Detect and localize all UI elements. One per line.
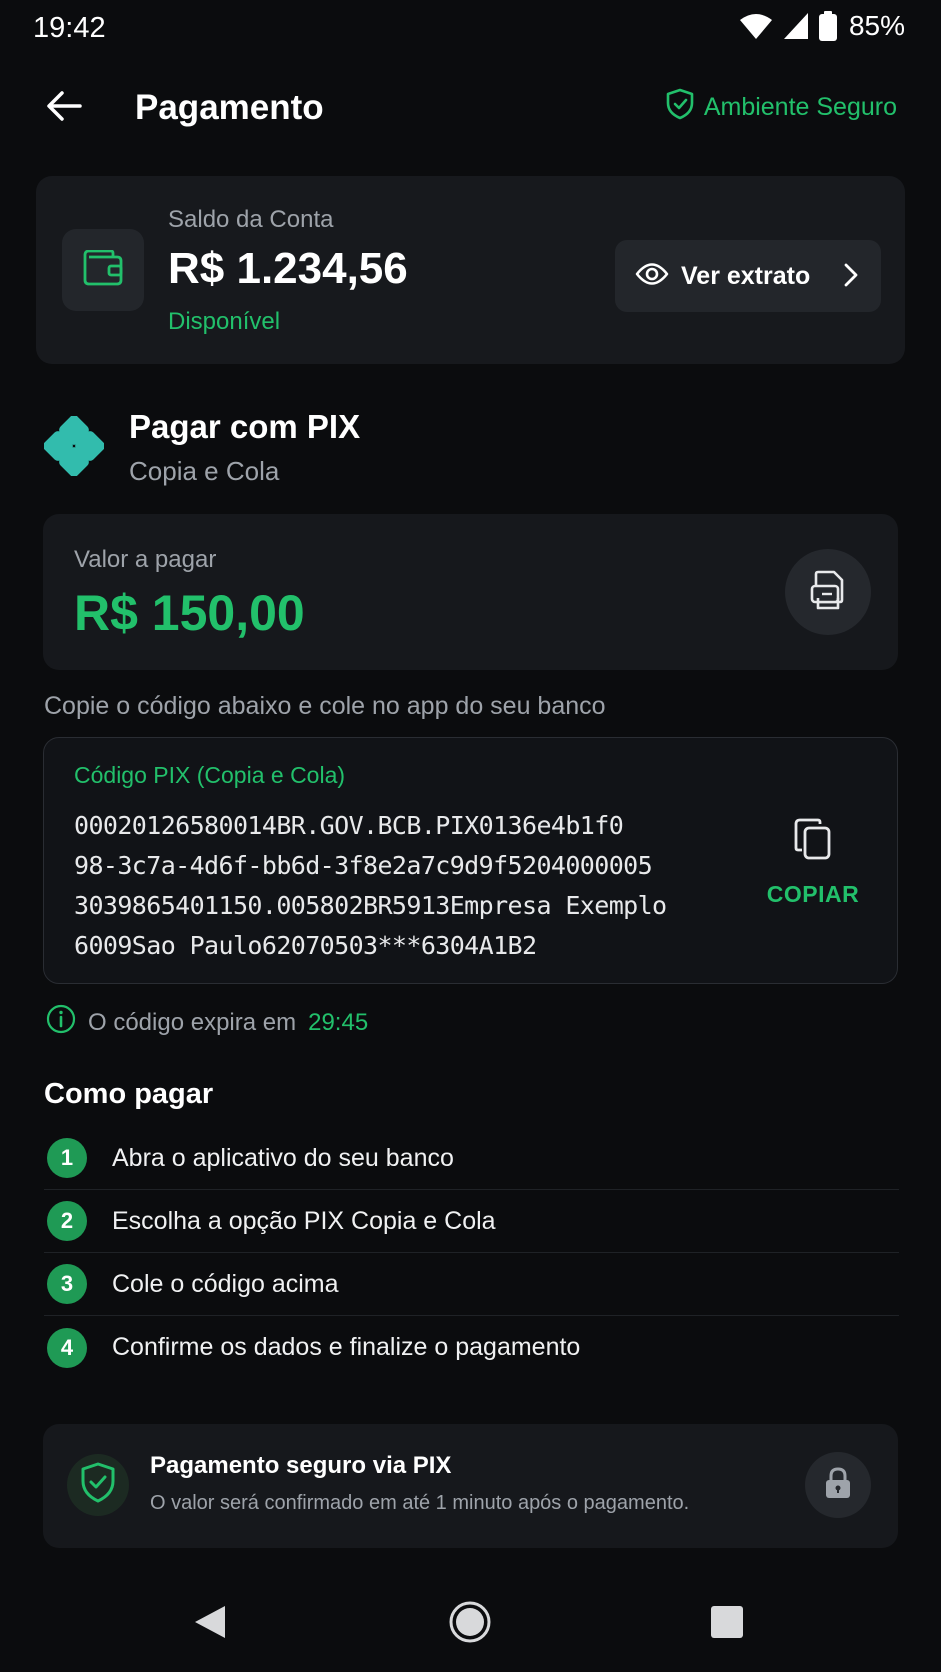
- chevron-right-icon: [843, 262, 859, 293]
- step-item: 1 Abra o aplicativo do seu banco: [44, 1127, 899, 1190]
- nav-recents-button[interactable]: [697, 1594, 757, 1654]
- shield-badge: [67, 1454, 129, 1516]
- secure-payment-text: O valor será confirmado em até 1 minuto …: [150, 1492, 690, 1514]
- view-statement-button[interactable]: Ver extrato: [615, 240, 881, 312]
- nav-home-icon: [448, 1600, 492, 1649]
- info-icon: [46, 1004, 76, 1041]
- secure-payment-card: Pagamento seguro via PIX O valor será co…: [43, 1424, 898, 1548]
- step-text: Abra o aplicativo do seu banco: [112, 1143, 454, 1172]
- step-number: 1: [47, 1138, 87, 1178]
- wallet-icon: [83, 249, 123, 291]
- secure-environment-label: Ambiente Seguro: [703, 93, 897, 121]
- shield-check-icon: [80, 1462, 116, 1509]
- nav-back-button[interactable]: [180, 1594, 240, 1654]
- pix-code-label: Código PIX (Copia e Cola): [74, 762, 346, 788]
- steps-title: Como pagar: [44, 1078, 214, 1110]
- code-expiry: O código expira em 29:45: [46, 1004, 368, 1041]
- pix-subtitle: Copia e Cola: [129, 456, 280, 486]
- pix-code-text[interactable]: 00020126580014BR.GOV.BCB.PIX0136e4b1f0 9…: [74, 806, 667, 966]
- pix-logo-icon: [43, 415, 105, 481]
- pix-code-line: 6009Sao Paulo62070503***6304A1B2: [74, 931, 537, 960]
- status-icons: 85%: [739, 10, 905, 42]
- secure-payment-title: Pagamento seguro via PIX: [150, 1452, 452, 1479]
- balance-card: Saldo da Conta R$ 1.234,56 Disponível Ve…: [36, 176, 905, 364]
- status-time: 19:42: [33, 12, 106, 44]
- pix-code-line: 00020126580014BR.GOV.BCB.PIX0136e4b1f0: [74, 811, 624, 840]
- step-text: Cole o código acima: [112, 1269, 339, 1298]
- step-text: Escolha a opção PIX Copia e Cola: [112, 1206, 496, 1235]
- page-title: Pagamento: [135, 88, 324, 127]
- app-bar: Pagamento Ambiente Seguro: [0, 80, 941, 136]
- view-statement-label: Ver extrato: [681, 261, 811, 290]
- steps-list: 1 Abra o aplicativo do seu banco 2 Escol…: [44, 1127, 899, 1379]
- back-button[interactable]: [40, 84, 88, 132]
- balance-label: Saldo da Conta: [168, 206, 334, 233]
- balance-value: R$ 1.234,56: [168, 244, 408, 293]
- wifi-icon: [739, 12, 773, 40]
- step-number: 2: [47, 1201, 87, 1241]
- shield-check-icon: [666, 88, 694, 127]
- step-item: 4 Confirme os dados e finalize o pagamen…: [44, 1316, 899, 1379]
- signal-icon: [783, 12, 809, 40]
- step-text: Confirme os dados e finalize o pagamento: [112, 1333, 581, 1361]
- back-arrow-icon: [46, 90, 82, 127]
- expiry-time: 29:45: [308, 1008, 369, 1036]
- pix-header: Pagar com PIX Copia e Cola: [42, 404, 902, 494]
- amount-label: Valor a pagar: [74, 546, 217, 573]
- copy-button[interactable]: COPIAR: [758, 818, 868, 928]
- lock-badge: [805, 1452, 871, 1518]
- step-number: 4: [47, 1327, 87, 1368]
- amount-value: R$ 150,00: [74, 585, 305, 641]
- nav-back-icon: [193, 1604, 227, 1645]
- receipt-button[interactable]: [785, 549, 871, 635]
- copy-label: COPIAR: [766, 881, 860, 907]
- battery-percent: 85%: [848, 10, 905, 41]
- nav-recents-icon: [710, 1605, 744, 1644]
- receipt-icon: [810, 570, 846, 615]
- step-number: 3: [47, 1264, 87, 1304]
- status-bar: 19:42 85%: [0, 0, 941, 56]
- payment-screen: 19:42 85% Pagamento Ambiente Seguro Sald…: [0, 0, 941, 1672]
- pix-code-card: Código PIX (Copia e Cola) 00020126580014…: [43, 737, 898, 984]
- step-item: 2 Escolha a opção PIX Copia e Cola: [44, 1190, 899, 1253]
- nav-home-button[interactable]: [440, 1594, 500, 1654]
- step-item: 3 Cole o código acima: [44, 1253, 899, 1316]
- lock-icon: [824, 1466, 852, 1504]
- pix-title: Pagar com PIX: [129, 408, 361, 445]
- amount-card: Valor a pagar R$ 150,00: [43, 514, 898, 670]
- expiry-text: O código expira em: [88, 1008, 297, 1036]
- system-nav-bar: [0, 1580, 941, 1672]
- pix-code-line: 3039865401150.005802BR5913Empresa Exempl…: [74, 891, 667, 920]
- wallet-icon-box: [62, 229, 144, 311]
- pix-code-line: 98-3c7a-4d6f-bb6d-3f8e2a7c9d9f5204000005: [74, 851, 653, 880]
- battery-icon: [818, 11, 837, 41]
- eye-icon: [635, 261, 669, 292]
- copy-instruction: Copie o código abaixo e cole no app do s…: [44, 692, 606, 720]
- secure-environment-badge: Ambiente Seguro: [666, 88, 897, 127]
- copy-icon: [794, 818, 832, 865]
- balance-status: Disponível: [168, 308, 281, 335]
